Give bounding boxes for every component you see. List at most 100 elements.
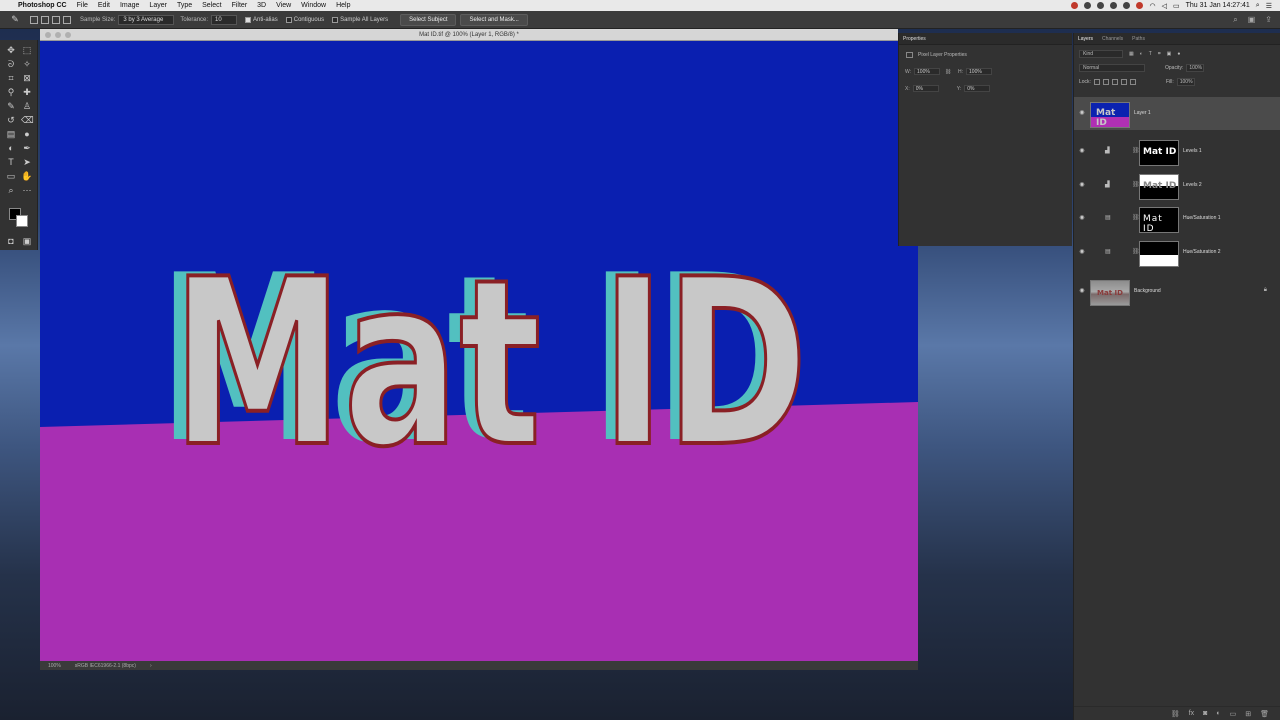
kind-filter-select[interactable]: Kind (1079, 50, 1123, 58)
lock-position-icon[interactable] (1111, 79, 1118, 85)
select-and-mask-button[interactable]: Select and Mask... (460, 13, 528, 26)
brush-tool-icon[interactable]: ✎ (5, 100, 17, 112)
new-adjustment-icon[interactable]: ◐ (1216, 710, 1220, 717)
pen-tool-icon[interactable]: ✒ (21, 142, 33, 154)
new-selection-icon[interactable] (30, 15, 38, 24)
layer-row-layer-1[interactable]: ◉ Mat ID Layer 1 (1074, 97, 1280, 130)
move-tool-icon[interactable]: ✥ (5, 44, 17, 56)
menu-layer[interactable]: Layer (149, 2, 167, 9)
h-input[interactable]: 100% (966, 68, 993, 75)
magic-wand-tool-icon[interactable]: ✧ (21, 58, 33, 70)
eyedropper-tool-icon[interactable]: ⚲ (5, 86, 17, 98)
tab-paths[interactable]: Paths (1132, 33, 1145, 44)
status-icon[interactable] (1110, 2, 1118, 9)
eraser-tool-icon[interactable]: ⌫ (21, 114, 34, 126)
layer-thumbnail[interactable]: Mat ID (1090, 280, 1130, 306)
fill-input[interactable]: 100% (1176, 78, 1195, 86)
y-input[interactable]: 0% (964, 85, 991, 92)
more-tools-icon[interactable]: ⋯ (21, 184, 33, 196)
sample-size-select[interactable]: 3 by 3 Average (118, 14, 175, 25)
lasso-tool-icon[interactable]: ᘐ (5, 58, 17, 70)
layer-row-levels-1[interactable]: ◉ ▟ ⛓ Mat ID Levels 1 (1074, 135, 1280, 168)
blend-mode-select[interactable]: Normal (1079, 64, 1145, 72)
menu-edit[interactable]: Edit (98, 2, 110, 9)
new-layer-icon[interactable]: ⊞ (1245, 710, 1251, 718)
eyedropper-tool-icon[interactable]: ✎ (0, 14, 30, 25)
layer-mask-thumbnail[interactable]: Mat ID (1139, 140, 1179, 166)
opacity-input[interactable]: 100% (1186, 64, 1205, 72)
screen-mode-icon[interactable]: ▣ (21, 235, 33, 247)
tab-channels[interactable]: Channels (1102, 33, 1123, 44)
link-icon[interactable]: ⛓ (944, 69, 952, 75)
workspace-icon[interactable]: ▣ (1248, 15, 1256, 25)
zoom-tool-icon[interactable]: ⌕ (5, 184, 17, 196)
type-tool-icon[interactable]: T (5, 156, 17, 168)
stamp-tool-icon[interactable]: ♙ (21, 100, 33, 112)
select-subject-button[interactable]: Select Subject (400, 13, 457, 26)
lock-all-icon[interactable] (1129, 79, 1136, 85)
subtract-selection-icon[interactable] (52, 15, 60, 24)
menu-help[interactable]: Help (336, 2, 350, 9)
status-icon[interactable] (1071, 2, 1079, 9)
layer-name[interactable]: Hue/Saturation 1 (1183, 215, 1221, 221)
canvas[interactable]: Mat ID Mat ID (40, 41, 918, 662)
frame-tool-icon[interactable]: ⊠ (21, 72, 33, 84)
menu-app-name[interactable]: Photoshop CC (18, 2, 67, 9)
filter-adjustment-icon[interactable]: ◐ (1140, 51, 1143, 57)
layer-style-icon[interactable]: fx (1189, 710, 1194, 717)
search-icon[interactable]: ⌕ (1233, 15, 1237, 25)
menu-file[interactable]: File (77, 2, 88, 9)
link-layers-icon[interactable]: ⛓ (1171, 710, 1180, 718)
filter-smart-icon[interactable]: ▣ (1167, 51, 1172, 57)
new-group-icon[interactable]: ▭ (1230, 710, 1237, 718)
minimize-window-icon[interactable] (55, 32, 61, 38)
lock-transparent-icon[interactable] (1093, 79, 1100, 85)
tolerance-input[interactable]: 10 (211, 14, 238, 25)
filter-shape-icon[interactable]: ⌗ (1158, 51, 1161, 57)
filter-pixel-icon[interactable]: ▦ (1129, 51, 1134, 57)
layer-mask-thumbnail[interactable] (1139, 241, 1179, 267)
visibility-eye-icon[interactable]: ◉ (1078, 248, 1086, 255)
search-icon[interactable]: ⌕ (1256, 2, 1260, 10)
layer-name[interactable]: Levels 1 (1183, 148, 1202, 154)
sample-all-layers-checkbox[interactable] (332, 16, 339, 23)
layer-row-hue-saturation-2[interactable]: ◉ ▤ ⛓ Hue/Saturation 2 (1074, 236, 1280, 269)
status-icon[interactable] (1136, 2, 1144, 9)
zoom-level[interactable]: 100% (48, 663, 61, 669)
lock-pixels-icon[interactable] (1102, 79, 1109, 85)
delete-layer-icon[interactable]: 🗑︎ (1260, 710, 1269, 718)
visibility-eye-icon[interactable]: ◉ (1078, 147, 1086, 154)
history-brush-tool-icon[interactable]: ↺ (5, 114, 17, 126)
menu-3d[interactable]: 3D (257, 2, 266, 9)
anti-alias-checkbox[interactable] (245, 16, 252, 23)
layer-mask-thumbnail[interactable]: Mat ID (1139, 174, 1179, 200)
menu-view[interactable]: View (276, 2, 291, 9)
layer-name[interactable]: Background (1134, 288, 1161, 294)
tab-layers[interactable]: Layers (1078, 33, 1093, 44)
wifi-icon[interactable]: ◠ (1149, 2, 1155, 10)
healing-tool-icon[interactable]: ✚ (21, 86, 33, 98)
status-icon[interactable] (1084, 2, 1092, 9)
menu-window[interactable]: Window (301, 2, 326, 9)
quick-mask-icon[interactable]: ◘ (5, 235, 17, 247)
lock-artboard-icon[interactable] (1120, 79, 1127, 85)
filter-type-icon[interactable]: T (1149, 51, 1152, 57)
dodge-tool-icon[interactable]: ◐ (5, 142, 17, 154)
add-mask-icon[interactable]: ◙ (1203, 710, 1207, 717)
status-arrow-icon[interactable]: › (150, 663, 152, 669)
menu-select[interactable]: Select (202, 2, 221, 9)
document-title-bar[interactable]: Mat ID.tif @ 100% (Layer 1, RGB/8) * (40, 29, 898, 41)
add-selection-icon[interactable] (41, 15, 49, 24)
intersect-selection-icon[interactable] (63, 15, 71, 24)
layer-name[interactable]: Layer 1 (1134, 110, 1151, 116)
clock[interactable]: Thu 31 Jan 14:27:41 (1186, 2, 1250, 9)
crop-tool-icon[interactable]: ⌗ (5, 72, 17, 84)
menu-image[interactable]: Image (120, 2, 139, 9)
layer-row-levels-2[interactable]: ◉ ▟ ⛓ Mat ID Levels 2 (1074, 169, 1280, 202)
w-input[interactable]: 100% (914, 68, 941, 75)
properties-tab[interactable]: Properties (899, 33, 1072, 45)
filter-toggle-icon[interactable]: ● (1177, 51, 1180, 57)
marquee-tool-icon[interactable]: ⬚ (21, 44, 33, 56)
share-icon[interactable]: ⇪ (1265, 15, 1272, 25)
status-icon[interactable] (1123, 2, 1131, 9)
